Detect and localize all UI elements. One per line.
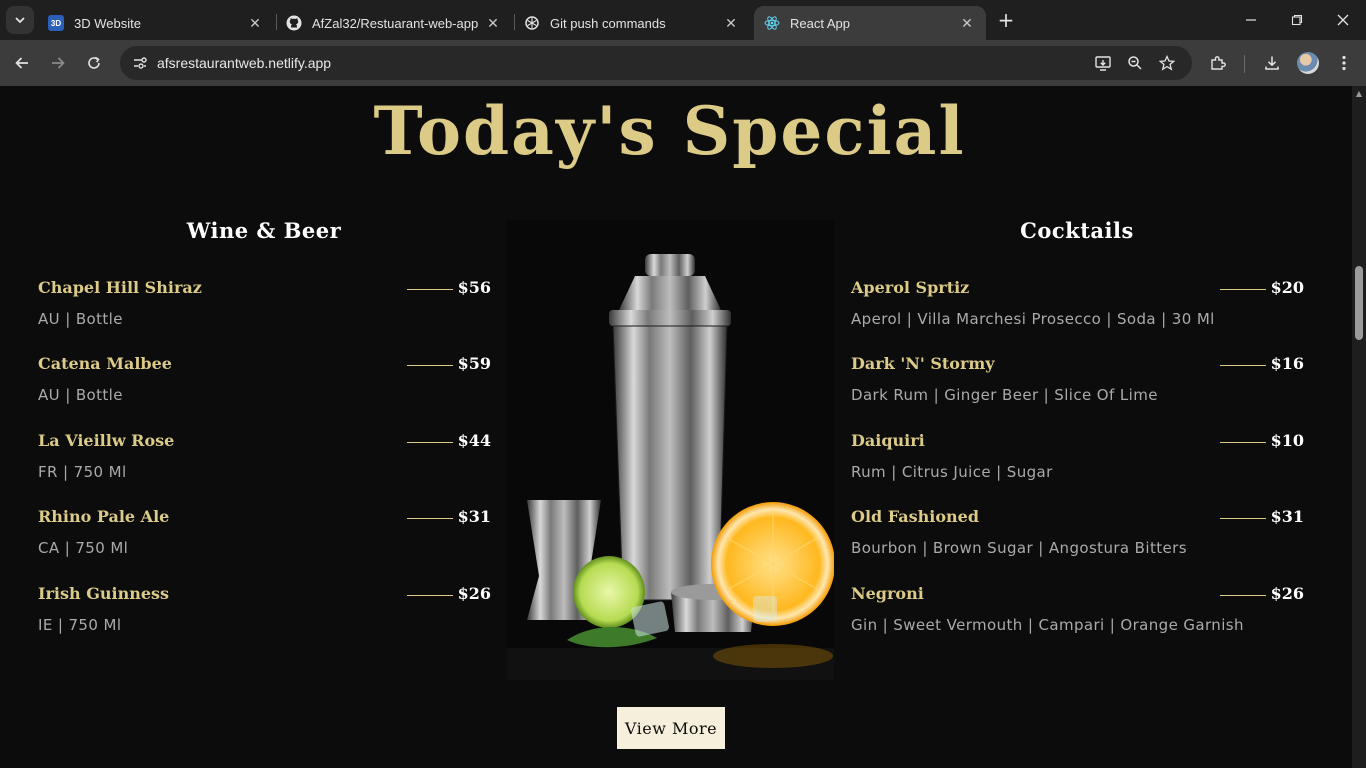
menu-item-wine: Chapel Hill Shiraz $56 AU | Bottle [38, 278, 491, 338]
profile-avatar[interactable] [1297, 52, 1319, 74]
price-divider [1220, 595, 1266, 596]
restore-icon[interactable] [1274, 0, 1320, 40]
item-name: Old Fashioned [851, 507, 980, 526]
close-icon[interactable]: ✕ [958, 14, 976, 32]
price-divider [1220, 289, 1266, 290]
item-description: Bourbon | Brown Sugar | Angostura Bitter… [851, 539, 1187, 557]
item-name: Rhino Pale Ale [38, 507, 170, 526]
item-description: FR | 750 Ml [38, 463, 127, 481]
item-price: $31 [457, 507, 491, 526]
menu-item-cocktail: Daiquiri $10 Rum | Citrus Juice | Sugar [851, 431, 1304, 491]
item-description: Rum | Citrus Juice | Sugar [851, 463, 1053, 481]
menu-item-cocktail: Dark 'N' Stormy $16 Dark Rum | Ginger Be… [851, 354, 1304, 414]
item-description: Dark Rum | Ginger Beer | Slice Of Lime [851, 386, 1158, 404]
minimize-icon[interactable] [1228, 0, 1274, 40]
tab-title: AfZal32/Restuarant-web-applic [312, 15, 478, 31]
menu-item-wine: Rhino Pale Ale $31 CA | 750 Ml [38, 507, 491, 567]
item-description: IE | 750 Ml [38, 616, 122, 634]
back-arrow-icon[interactable] [7, 48, 37, 78]
menu-item-wine: La Vieillw Rose $44 FR | 750 Ml [38, 431, 491, 491]
menu-item-cocktail: Negroni $26 Gin | Sweet Vermouth | Campa… [851, 584, 1304, 644]
view-more-button[interactable]: View More [617, 707, 725, 749]
item-name: Aperol Sprtiz [851, 278, 970, 297]
tab-strip: 3D 3D Website ✕ AfZal32/Restuarant-web-a… [0, 0, 1366, 40]
window-close-icon[interactable] [1320, 0, 1366, 40]
tab-title: 3D Website [74, 15, 141, 31]
close-icon[interactable]: ✕ [484, 14, 502, 32]
menu-item-wine: Irish Guinness $26 IE | 750 Ml [38, 584, 491, 644]
item-name: Catena Malbee [38, 354, 172, 373]
price-divider [407, 289, 453, 290]
item-price: $31 [1270, 507, 1304, 526]
price-divider [1220, 442, 1266, 443]
wine-beer-heading: Wine & Beer [186, 218, 342, 243]
item-name: Daiquiri [851, 431, 925, 450]
item-description: Aperol | Villa Marchesi Prosecco | Soda … [851, 310, 1215, 328]
github-icon [286, 15, 302, 31]
tab-react-app[interactable]: React App ✕ [754, 6, 986, 40]
menu-item-cocktail: Aperol Sprtiz $20 Aperol | Villa Marches… [851, 278, 1304, 338]
scrollbar-thumb[interactable] [1355, 266, 1363, 340]
chevron-down-icon [15, 17, 25, 24]
tab-git-push[interactable]: Git push commands ✕ [514, 6, 750, 40]
downloads-icon[interactable] [1257, 48, 1287, 78]
address-bar[interactable]: afsrestaurantweb.netlify.app [120, 46, 1192, 80]
price-divider [407, 442, 453, 443]
item-price: $20 [1270, 278, 1304, 297]
menu-item-cocktail: Old Fashioned $31 Bourbon | Brown Sugar … [851, 507, 1304, 567]
price-divider [1220, 365, 1266, 366]
page-title: Today's Special [373, 92, 966, 170]
item-name: La Vieillw Rose [38, 431, 175, 450]
item-price: $56 [457, 278, 491, 297]
item-description: CA | 750 Ml [38, 539, 129, 557]
item-description: AU | Bottle [38, 310, 123, 328]
install-app-icon[interactable] [1091, 51, 1115, 75]
item-name: Chapel Hill Shiraz [38, 278, 202, 297]
price-divider [407, 518, 453, 519]
tab-title: Git push commands [550, 15, 666, 31]
page-scrollbar[interactable]: ▲ [1352, 86, 1366, 768]
cocktails-heading: Cocktails [1020, 218, 1134, 243]
item-name: Dark 'N' Stormy [851, 354, 995, 373]
reload-icon[interactable] [79, 48, 109, 78]
toolbar-divider [1244, 55, 1245, 73]
price-divider [407, 595, 453, 596]
item-price: $10 [1270, 431, 1304, 450]
close-icon[interactable]: ✕ [722, 14, 740, 32]
menu-item-wine: Catena Malbee $59 AU | Bottle [38, 354, 491, 414]
item-description: Gin | Sweet Vermouth | Campari | Orange … [851, 616, 1244, 634]
item-description: AU | Bottle [38, 386, 123, 404]
tab-search-button[interactable] [6, 6, 34, 34]
more-options-icon[interactable] [1329, 48, 1359, 78]
3d-icon: 3D [48, 15, 64, 31]
item-name: Negroni [851, 584, 924, 603]
tab-github[interactable]: AfZal32/Restuarant-web-applic ✕ [276, 6, 512, 40]
browser-toolbar: afsrestaurantweb.netlify.app [0, 40, 1366, 86]
item-price: $59 [457, 354, 491, 373]
react-icon [764, 15, 780, 31]
item-price: $26 [1270, 584, 1304, 603]
item-price: $26 [457, 584, 491, 603]
close-icon[interactable]: ✕ [246, 14, 264, 32]
extensions-icon[interactable] [1203, 48, 1233, 78]
item-name: Irish Guinness [38, 584, 170, 603]
item-price: $16 [1270, 354, 1304, 373]
web-page: Today's Special Wine & Beer Chapel Hill … [0, 86, 1352, 768]
scroll-up-arrow-icon[interactable]: ▲ [1355, 90, 1363, 98]
price-divider [1220, 518, 1266, 519]
tab-title: React App [790, 15, 850, 31]
price-divider [407, 365, 453, 366]
item-price: $44 [457, 431, 491, 450]
cocktail-shaker-image [507, 220, 834, 680]
site-settings-icon[interactable] [128, 51, 152, 75]
tab-3d-website[interactable]: 3D 3D Website ✕ [38, 6, 274, 40]
new-tab-plus-icon[interactable]: + [994, 8, 1018, 32]
bookmark-star-icon[interactable] [1155, 51, 1179, 75]
zoom-icon[interactable] [1123, 51, 1147, 75]
openai-icon [524, 15, 540, 31]
forward-arrow-icon[interactable] [43, 48, 73, 78]
url-text[interactable]: afsrestaurantweb.netlify.app [157, 55, 331, 71]
